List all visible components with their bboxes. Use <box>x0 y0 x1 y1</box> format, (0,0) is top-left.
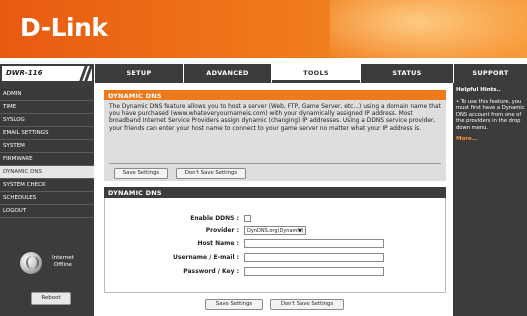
sidebar-item-schedules[interactable]: SCHEDULES <box>0 192 94 205</box>
username-label: Username / E-mail : <box>173 254 239 261</box>
tab-support[interactable]: SUPPORT <box>453 64 527 83</box>
password-label: Password / Key : <box>183 268 239 275</box>
username-input[interactable] <box>244 253 384 262</box>
sidebar-item-system-check[interactable]: SYSTEM CHECK <box>0 179 94 192</box>
dont-save-settings-button-bottom[interactable]: Don't Save Settings <box>270 299 344 310</box>
enable-ddns-label: Enable DDNS : <box>190 215 239 222</box>
chevron-down-icon: ▼ <box>298 228 302 234</box>
tab-setup[interactable]: SETUP <box>94 64 183 83</box>
sidebar-item-time[interactable]: TIME <box>0 101 94 114</box>
internet-status-line1: Internet <box>52 255 74 261</box>
password-input[interactable] <box>244 267 384 276</box>
sidebar-item-firmware[interactable]: FIRMWARE <box>0 153 94 166</box>
sidebar-item-dynamic-dns[interactable]: DYNAMIC DNS <box>0 166 94 179</box>
intro-title: DYNAMIC DNS <box>104 90 446 100</box>
save-settings-button-bottom[interactable]: Save Settings <box>205 299 263 310</box>
internet-status: Internet Offline <box>12 250 82 278</box>
intro-divider <box>109 163 441 164</box>
header-banner: D-Link <box>0 0 527 58</box>
tab-tools[interactable]: TOOLS <box>271 64 360 83</box>
help-text: • To use this feature, you must first ha… <box>456 99 525 131</box>
dlink-logo: D-Link <box>20 13 108 42</box>
provider-select-value: DynDNS.org(Dynamic) <box>247 228 304 234</box>
sidebar-item-admin[interactable]: ADMIN <box>0 88 94 101</box>
dont-save-settings-button-top[interactable]: Don't Save Settings <box>176 168 246 179</box>
ddns-section-title: DYNAMIC DNS <box>104 187 446 198</box>
model-slash-decoration <box>76 64 94 83</box>
sidebar-item-email-settings[interactable]: EMAIL SETTINGS <box>0 127 94 140</box>
internet-status-text: Internet Offline <box>52 255 74 269</box>
help-title: Helpful Hints.. <box>456 87 501 93</box>
enable-ddns-checkbox[interactable] <box>244 215 251 222</box>
host-name-label: Host Name : <box>197 240 239 247</box>
reboot-button[interactable]: Reboot <box>31 292 71 305</box>
tab-status[interactable]: STATUS <box>360 64 453 83</box>
header-glow <box>330 0 527 58</box>
router-admin-page: D-Link DWR-116 SETUP ADVANCED TOOLS STAT… <box>0 0 527 316</box>
internet-status-line2: Offline <box>53 262 72 268</box>
provider-select[interactable]: DynDNS.org(Dynamic) ▼ <box>244 226 306 235</box>
sidebar-item-syslog[interactable]: SYSLOG <box>0 114 94 127</box>
sidebar-item-system[interactable]: SYSTEM <box>0 140 94 153</box>
save-settings-button-top[interactable]: Save Settings <box>114 168 168 179</box>
sidebar-item-logout[interactable]: LOGOUT <box>0 205 94 218</box>
globe-icon <box>20 252 42 274</box>
intro-text: The Dynamic DNS feature allows you to ho… <box>109 104 441 132</box>
help-more-link[interactable]: More... <box>456 136 478 142</box>
host-name-input[interactable] <box>244 239 384 248</box>
tab-advanced[interactable]: ADVANCED <box>183 64 271 83</box>
provider-label: Provider : <box>205 227 239 234</box>
